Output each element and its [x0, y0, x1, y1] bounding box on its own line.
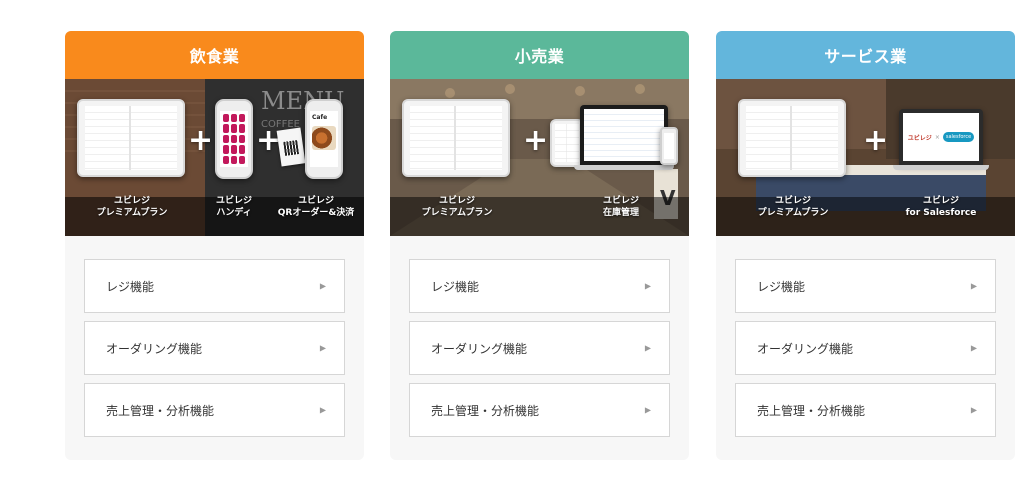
menu-item-label: オーダリング機能 [431, 341, 528, 356]
menu-item-register[interactable]: レジ機能 ▶ [735, 259, 996, 313]
plus-icon: + [523, 123, 549, 158]
feature-menu: レジ機能 ▶ オーダリング機能 ▶ 売上管理・分析機能 ▶ [65, 236, 364, 437]
laptop-device: ユビレジ × salesforce [899, 109, 983, 165]
card-image: V + ユビレジ プレミアムプラン ユビレジ 在庫管理 [390, 79, 689, 236]
caption-salesforce: ユビレジ for Salesforce [905, 196, 977, 218]
menu-item-label: 売上管理・分析機能 [431, 403, 540, 418]
qr-card-image [276, 127, 306, 167]
caption-inventory: ユビレジ 在庫管理 [602, 196, 639, 218]
phone-qr-order-device: Cafe [305, 99, 343, 179]
card-restaurant: 飲食業 MENU COFFEE + + Cafe ユビレジ プレミアムプラン ユ… [65, 31, 364, 460]
salesforce-logo: salesforce [942, 132, 975, 142]
card-header: 小売業 [390, 31, 689, 79]
ubiregi-logo: ユビレジ [907, 134, 932, 142]
arrow-right-icon: ▶ [970, 281, 977, 291]
menu-item-label: オーダリング機能 [757, 341, 854, 356]
feature-menu: レジ機能 ▶ オーダリング機能 ▶ 売上管理・分析機能 ▶ [390, 236, 689, 437]
menu-item-label: 売上管理・分析機能 [106, 403, 215, 418]
menu-item-label: レジ機能 [757, 279, 806, 294]
card-retail: 小売業 V + ユビレジ プレミアムプラン ユビレジ 在庫管理 レジ機能 [390, 31, 689, 460]
card-header: 飲食業 [65, 31, 364, 79]
card-image: MENU COFFEE + + Cafe ユビレジ プレミアムプラン ユビレジ … [65, 79, 364, 236]
laptop-device [580, 105, 668, 165]
card-header: サービス業 [716, 31, 1015, 79]
phone-handy-device [215, 99, 253, 179]
menu-item-label: レジ機能 [106, 279, 155, 294]
arrow-right-icon: ▶ [319, 281, 326, 291]
card-title: 飲食業 [189, 47, 240, 66]
caption-premium-plan: ユビレジ プレミアムプラン [421, 196, 493, 218]
caption-qr-order: ユビレジ QRオーダー&決済 [277, 196, 355, 218]
card-title: 小売業 [514, 47, 565, 66]
menu-item-sales-analysis[interactable]: 売上管理・分析機能 ▶ [735, 383, 996, 437]
arrow-right-icon: ▶ [644, 405, 651, 415]
menu-item-label: 売上管理・分析機能 [757, 403, 866, 418]
card-title: サービス業 [824, 47, 907, 66]
tablet-device [402, 99, 510, 177]
caption-premium-plan: ユビレジ プレミアムプラン [96, 196, 168, 218]
arrow-right-icon: ▶ [970, 343, 977, 353]
menu-item-label: レジ機能 [431, 279, 480, 294]
arrow-right-icon: ▶ [319, 343, 326, 353]
caption-handy: ユビレジ ハンディ [215, 196, 252, 218]
menu-item-sales-analysis[interactable]: 売上管理・分析機能 ▶ [409, 383, 670, 437]
menu-item-ordering[interactable]: オーダリング機能 ▶ [409, 321, 670, 375]
cafe-label: Cafe [312, 114, 328, 121]
menu-item-ordering[interactable]: オーダリング機能 ▶ [84, 321, 345, 375]
arrow-right-icon: ▶ [319, 405, 326, 415]
caption-premium-plan: ユビレジ プレミアムプラン [757, 196, 829, 218]
arrow-right-icon: ▶ [970, 405, 977, 415]
tablet-device [738, 99, 846, 177]
plus-icon: + [188, 123, 214, 158]
menu-item-register[interactable]: レジ機能 ▶ [84, 259, 345, 313]
arrow-right-icon: ▶ [644, 343, 651, 353]
phone-device [660, 127, 678, 165]
card-service: サービス業 + ユビレジ × salesforce ユビレジ プレミアムプラン … [716, 31, 1015, 460]
cross-icon: × [934, 133, 940, 141]
menu-item-register[interactable]: レジ機能 ▶ [409, 259, 670, 313]
menu-item-label: オーダリング機能 [106, 341, 203, 356]
card-image: + ユビレジ × salesforce ユビレジ プレミアムプラン ユビレジ f… [716, 79, 1015, 236]
menu-item-sales-analysis[interactable]: 売上管理・分析機能 ▶ [84, 383, 345, 437]
plus-icon: + [863, 123, 889, 158]
tablet-device [77, 99, 185, 177]
menu-item-ordering[interactable]: オーダリング機能 ▶ [735, 321, 996, 375]
feature-menu: レジ機能 ▶ オーダリング機能 ▶ 売上管理・分析機能 ▶ [716, 236, 1015, 437]
small-tablet-device [550, 119, 584, 167]
arrow-right-icon: ▶ [644, 281, 651, 291]
